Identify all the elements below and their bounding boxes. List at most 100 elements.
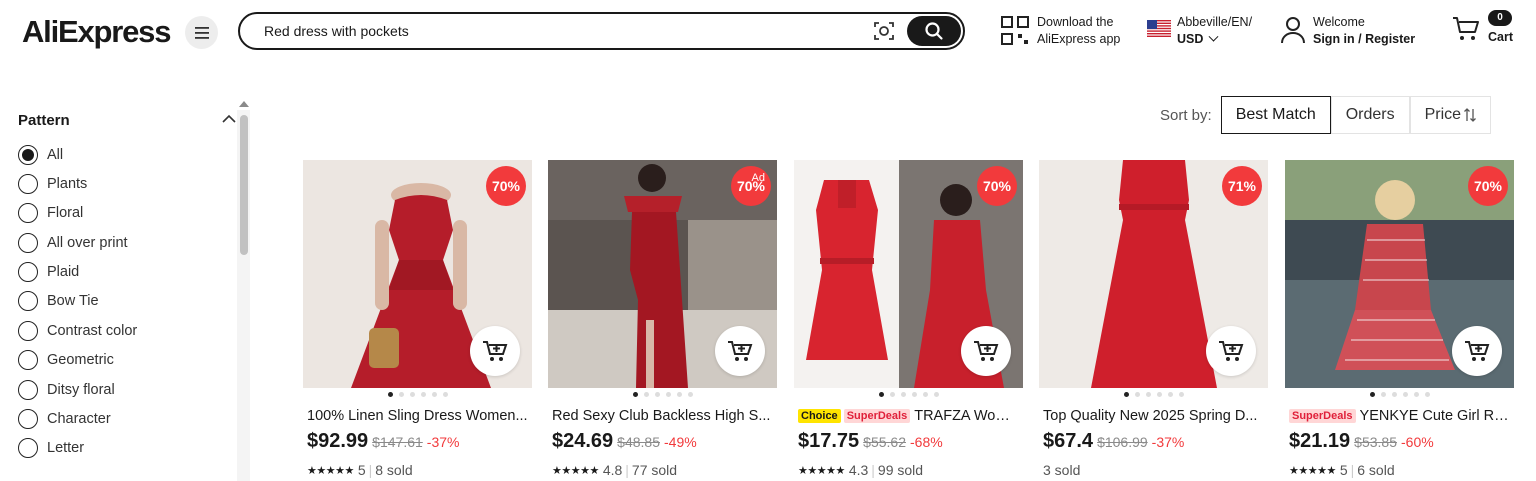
discount-badge: 70% [977, 166, 1017, 206]
product-image[interactable]: 70% [303, 160, 532, 388]
product-image[interactable]: 70% Ad [548, 160, 777, 388]
superdeals-badge: SuperDeals [1289, 409, 1356, 423]
image-carousel-dots[interactable] [1039, 392, 1268, 397]
radio-button[interactable] [18, 203, 38, 223]
product-title[interactable]: Red Sexy Club Backless High S... [552, 406, 773, 426]
product-title[interactable]: Choice SuperDeals TRAFZA Wome... [798, 406, 1019, 426]
product-image[interactable]: 70% [1285, 160, 1514, 388]
currency-text: USD [1177, 32, 1204, 46]
filter-option-floral[interactable]: Floral [18, 202, 83, 224]
sort-price-button[interactable]: Price [1409, 96, 1492, 134]
product-title-text: TRAFZA Wome... [914, 408, 1019, 424]
add-to-cart-button[interactable] [1452, 326, 1502, 376]
search-button[interactable] [907, 16, 961, 46]
add-to-cart-icon [1219, 341, 1244, 361]
cart-link[interactable] [1452, 16, 1480, 42]
radio-button[interactable] [18, 233, 38, 253]
rating-value: 4.8 [602, 462, 623, 478]
signin-register-link[interactable]: Sign in / Register [1313, 32, 1415, 46]
radio-button[interactable] [18, 291, 38, 311]
sort-arrows-icon [1464, 108, 1477, 122]
filter-option-all[interactable]: All [18, 144, 63, 166]
rating-value: 5 [357, 462, 366, 478]
product-title-text: 100% Linen Sling Dress Women... [307, 408, 528, 424]
add-to-cart-button[interactable] [1206, 326, 1256, 376]
download-app-link[interactable]: Download the AliExpress app [1001, 14, 1120, 48]
product-title[interactable]: 100% Linen Sling Dress Women... [307, 406, 528, 426]
search-input[interactable] [264, 21, 864, 41]
radio-button[interactable] [18, 350, 38, 370]
image-carousel-dots[interactable] [1285, 392, 1514, 397]
chevron-up-icon[interactable] [222, 114, 236, 124]
sort-bar: Sort by: Best Match Orders Price [1160, 96, 1492, 134]
radio-button[interactable] [18, 321, 38, 341]
radio-button[interactable] [18, 438, 38, 458]
region-selector[interactable]: Abbeville/EN/ USD [1147, 14, 1252, 48]
sort-orders-button[interactable]: Orders [1330, 96, 1410, 134]
filter-sidebar: Pattern All Plants Floral All over print… [0, 100, 250, 481]
price-row: $67.4 $106.99 -37% [1043, 430, 1184, 454]
discount-percent: -49% [664, 434, 697, 450]
add-to-cart-button[interactable] [715, 326, 765, 376]
filter-option-contrast-color[interactable]: Contrast color [18, 320, 137, 342]
aliexpress-logo[interactable]: AliExpress [22, 14, 171, 50]
original-price: $147.61 [372, 434, 423, 450]
filter-option-label: Floral [47, 205, 84, 221]
add-to-cart-button[interactable] [470, 326, 520, 376]
product-image[interactable]: 71% [1039, 160, 1268, 388]
product-card[interactable]: 71% Top Quality New 2025 Spring D... $67… [1039, 160, 1268, 481]
product-card[interactable]: 70% Choice SuperDeals TRAFZA Wome... $17… [794, 160, 1023, 481]
image-carousel-dots[interactable] [303, 392, 532, 397]
add-to-cart-icon [728, 341, 753, 361]
filter-option-label: Character [47, 411, 111, 427]
sale-price: $24.69 [552, 430, 614, 452]
radio-button[interactable] [18, 409, 38, 429]
filter-option-character[interactable]: Character [18, 408, 111, 430]
filter-option-geometric[interactable]: Geometric [18, 349, 114, 371]
cart-icon [1453, 17, 1479, 40]
product-title[interactable]: SuperDeals YENKYE Cute Girl Re... [1289, 406, 1510, 426]
filter-option-all-over-print[interactable]: All over print [18, 232, 128, 254]
image-search-icon[interactable] [873, 20, 895, 42]
radio-button[interactable] [18, 174, 38, 194]
sold-count: 6 sold [1357, 462, 1395, 478]
sidebar-scroll-thumb[interactable] [240, 115, 248, 255]
radio-button[interactable] [18, 145, 38, 165]
filter-option-label: Geometric [47, 352, 114, 368]
discount-percent: -37% [1151, 434, 1185, 450]
filter-option-bow-tie[interactable]: Bow Tie [18, 290, 99, 312]
product-image[interactable]: 70% [794, 160, 1023, 388]
discount-percent: -60% [1401, 434, 1434, 450]
sale-price: $67.4 [1043, 430, 1094, 452]
discount-badge: 70% [1468, 166, 1508, 206]
pattern-filter-title[interactable]: Pattern [18, 112, 70, 129]
filter-option-label: Letter [47, 440, 85, 456]
image-carousel-dots[interactable] [794, 392, 1023, 397]
product-card[interactable]: 70% Ad Red Sexy Club Backless High S... … [548, 160, 777, 481]
product-card[interactable]: 70% 100% Linen Sling Dress Women... $92.… [303, 160, 532, 481]
filter-option-plaid[interactable]: Plaid [18, 261, 79, 283]
sort-best-match-button[interactable]: Best Match [1220, 96, 1331, 134]
ad-label: Ad [751, 172, 765, 184]
account-menu[interactable]: Welcome Sign in / Register [1281, 14, 1415, 48]
radio-button[interactable] [18, 262, 38, 282]
filter-option-ditsy-floral[interactable]: Ditsy floral [18, 379, 115, 401]
price-row: $92.99 $147.61 -37% [307, 430, 459, 454]
add-to-cart-button[interactable] [961, 326, 1011, 376]
product-title[interactable]: Top Quality New 2025 Spring D... [1043, 406, 1264, 426]
download-app-line2: AliExpress app [1037, 32, 1121, 46]
filter-option-plants[interactable]: Plants [18, 173, 87, 195]
rating-value: 4.3 [848, 462, 869, 478]
scroll-up-arrow-icon[interactable] [239, 101, 249, 107]
us-flag-icon [1147, 20, 1171, 37]
menu-button[interactable] [185, 16, 218, 49]
product-card[interactable]: 70% SuperDeals YENKYE Cute Girl Re... $2… [1285, 160, 1514, 481]
price-row: $21.19 $53.85 -60% [1289, 430, 1434, 454]
cart-label[interactable]: Cart [1488, 29, 1513, 46]
discount-badge: 71% [1222, 166, 1262, 206]
choice-badge: Choice [798, 409, 841, 423]
filter-option-letter[interactable]: Letter [18, 437, 84, 459]
image-carousel-dots[interactable] [548, 392, 777, 397]
radio-button[interactable] [18, 380, 38, 400]
product-title-text: Top Quality New 2025 Spring D... [1043, 408, 1258, 424]
